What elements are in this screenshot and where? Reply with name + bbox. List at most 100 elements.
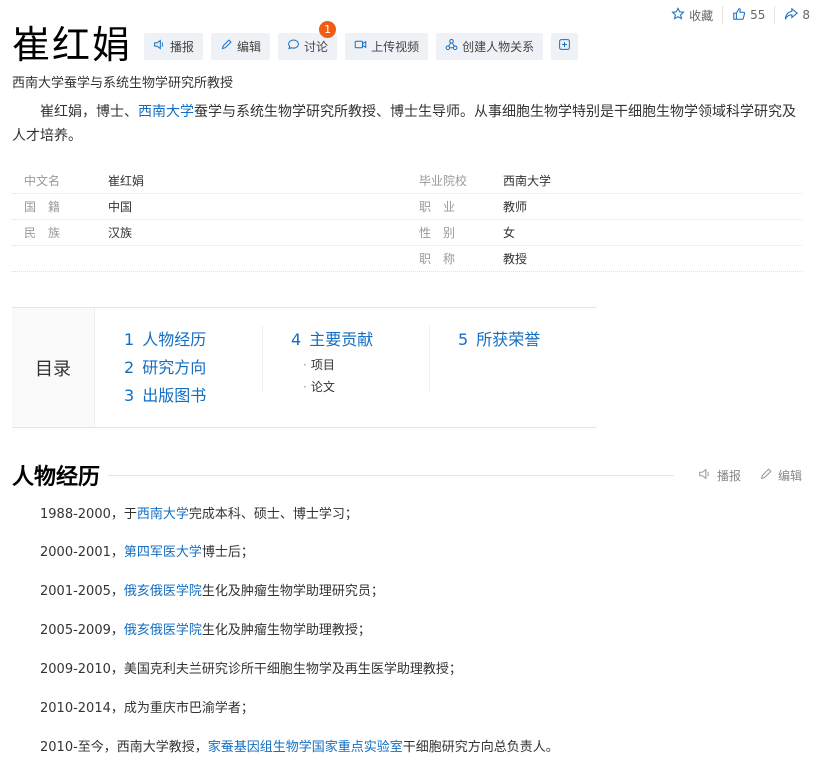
paragraph-link[interactable]: 第四军医大学	[124, 545, 202, 560]
paragraph: 2010-至今，西南大学教授，家蚕基因组生物学国家重点实验室干细胞研究方向总负责…	[40, 738, 559, 758]
share-button[interactable]: 8	[775, 6, 819, 24]
section-divider	[108, 474, 674, 476]
catalog-item-number: 3	[124, 386, 135, 405]
catalog-item-label: 人物经历	[142, 330, 207, 349]
paragraph-text: 2009-2010，美国克利夫兰研究诊所干细胞生物学及再生医学助理教授；	[40, 662, 462, 677]
paragraph-link[interactable]: 家蚕基因组生物学国家重点实验室	[208, 740, 403, 755]
info-name: 国 籍	[24, 200, 61, 214]
info-value-link[interactable]: 中国	[108, 198, 407, 215]
catalog-item-number: 2	[124, 358, 135, 377]
paragraph-text: 2010-至今，西南大学教授，	[40, 740, 208, 755]
like-count: 55	[750, 8, 766, 22]
paragraph-text: 2000-2001，	[40, 545, 124, 560]
section-header: 人物经历 播报 编辑	[12, 460, 802, 490]
info-value: 教师	[503, 200, 528, 214]
paragraph-text: 2001-2005，	[40, 584, 124, 599]
info-name: 毕业院校	[419, 174, 468, 188]
paragraph-link[interactable]: 西南大学	[137, 507, 189, 522]
catalog-title: 目录	[12, 308, 95, 427]
paragraph-text: 1988-2000，于	[40, 507, 137, 522]
info-name: 职 称	[419, 252, 456, 266]
more-button[interactable]	[551, 32, 579, 60]
edit-button[interactable]: 编辑	[211, 32, 271, 60]
paragraph: 2005-2009，俄亥俄医学院生化及肿瘤生物学助理教授；	[40, 621, 371, 641]
discuss-badge: 1	[319, 20, 337, 38]
catalog: 目录 1 人物经历 2 研究方向 3 出版图书 4 主要贡献 项目 论文 5 所获荣誉	[12, 307, 597, 428]
favorite-button[interactable]: 收藏	[662, 6, 722, 24]
catalog-subitem[interactable]: 项目	[291, 354, 373, 376]
speaker-icon	[698, 467, 712, 484]
section-title: 人物经历	[12, 465, 101, 490]
speaker-icon	[153, 38, 166, 54]
info-row: 国 籍 中国 职 业 教师	[12, 194, 802, 220]
catalog-column: 5 所获荣誉	[458, 326, 540, 354]
info-row: 民 族 汉族 性 别 女	[12, 220, 802, 246]
paragraph-text: 生化及肿瘤生物学助理研究员；	[201, 584, 384, 599]
upload-video-button[interactable]: 上传视频	[345, 32, 429, 60]
info-row: 中文名 崔红娟 毕业院校 西南大学	[12, 168, 802, 194]
summary: 崔红娟，博士、西南大学蚕学与系统生物学研究所教授、博士生导师。从事细胞生物学特别…	[12, 100, 808, 148]
catalog-item[interactable]: 4 主要贡献	[291, 326, 373, 354]
paragraph-text: 干细胞研究方向总负责人。	[402, 740, 559, 755]
paragraph: 1988-2000，于西南大学完成本科、硕士、博士学习；	[40, 505, 358, 525]
catalog-item[interactable]: 5 所获荣誉	[458, 326, 540, 354]
catalog-subitem[interactable]: 论文	[291, 376, 373, 398]
catalog-item[interactable]: 3 出版图书	[124, 382, 206, 410]
paragraph-link[interactable]: 俄亥俄医学院	[124, 584, 202, 599]
info-name: 中文名	[24, 174, 61, 188]
catalog-item[interactable]: 2 研究方向	[124, 354, 206, 382]
share-icon	[784, 7, 799, 24]
upload-video-label: 上传视频	[371, 39, 420, 54]
catalog-item-label: 所获荣誉	[476, 330, 541, 349]
discuss-button[interactable]: 讨论 1	[278, 20, 338, 60]
basic-info-table: 中文名 崔红娟 毕业院校 西南大学 国 籍 中国 职 业 教师 民 族 汉族 性 别 女 职…	[12, 168, 802, 272]
like-button[interactable]: 55	[723, 6, 774, 24]
catalog-item-label: 研究方向	[142, 358, 207, 377]
relation-icon	[445, 38, 458, 54]
broadcast-button[interactable]: 播报	[144, 32, 204, 60]
paragraph-text: 博士后；	[201, 545, 254, 560]
summary-text: 崔红娟，博士、	[40, 104, 138, 120]
catalog-column: 1 人物经历 2 研究方向 3 出版图书	[124, 326, 206, 410]
pencil-icon	[759, 467, 773, 484]
plus-icon	[558, 38, 571, 54]
chat-icon	[287, 38, 300, 54]
catalog-item[interactable]: 1 人物经历	[124, 326, 206, 354]
thumbs-up-icon	[732, 7, 746, 24]
catalog-item-label: 出版图书	[142, 386, 207, 405]
discuss-label: 讨论	[304, 39, 329, 54]
section-broadcast-button[interactable]: 播报	[698, 467, 741, 484]
info-value: 汉族	[108, 226, 133, 240]
info-value: 西南大学	[503, 174, 552, 188]
paragraph-text: 完成本科、硕士、博士学习；	[188, 507, 358, 522]
paragraph: 2001-2005，俄亥俄医学院生化及肿瘤生物学助理研究员；	[40, 582, 384, 602]
info-value: 教授	[503, 252, 528, 266]
create-relation-button[interactable]: 创建人物关系	[436, 32, 544, 60]
paragraph-link[interactable]: 俄亥俄医学院	[124, 623, 202, 638]
title-tools: 播报 编辑 讨论 1 上传视频 创建人物关系	[144, 20, 579, 60]
favorite-label: 收藏	[689, 8, 714, 23]
info-name: 性 别	[419, 226, 456, 240]
section-edit-button[interactable]: 编辑	[759, 467, 802, 484]
video-icon	[354, 38, 367, 54]
paragraph-text: 2010-2014，成为重庆市巴渝学者；	[40, 701, 254, 716]
catalog-item-label: 主要贡献	[309, 330, 374, 349]
section-broadcast-label: 播报	[716, 468, 741, 483]
catalog-column: 4 主要贡献 项目 论文	[291, 326, 373, 398]
paragraph: 2010-2014，成为重庆市巴渝学者；	[40, 699, 254, 719]
paragraph-text: 2005-2009，	[40, 623, 124, 638]
edit-label: 编辑	[237, 39, 262, 54]
pencil-icon	[220, 38, 233, 54]
catalog-divider	[262, 326, 263, 392]
paragraph-text: 生化及肿瘤生物学助理教授；	[201, 623, 371, 638]
catalog-divider	[429, 326, 430, 392]
catalog-item-number: 4	[291, 330, 302, 349]
title-row: 崔红娟 播报 编辑 讨论 1 上传视频 创建人物关系	[12, 20, 579, 68]
top-actions: 收藏 55 8	[662, 6, 819, 24]
catalog-columns: 1 人物经历 2 研究方向 3 出版图书 4 主要贡献 项目 论文 5 所获荣誉	[95, 308, 597, 427]
page-subtitle: 西南大学蚕学与系统生物学研究所教授	[12, 76, 234, 91]
summary-link-university[interactable]: 西南大学	[138, 104, 194, 120]
star-icon	[671, 6, 685, 24]
create-relation-label: 创建人物关系	[462, 39, 535, 54]
catalog-item-number: 1	[124, 330, 135, 349]
